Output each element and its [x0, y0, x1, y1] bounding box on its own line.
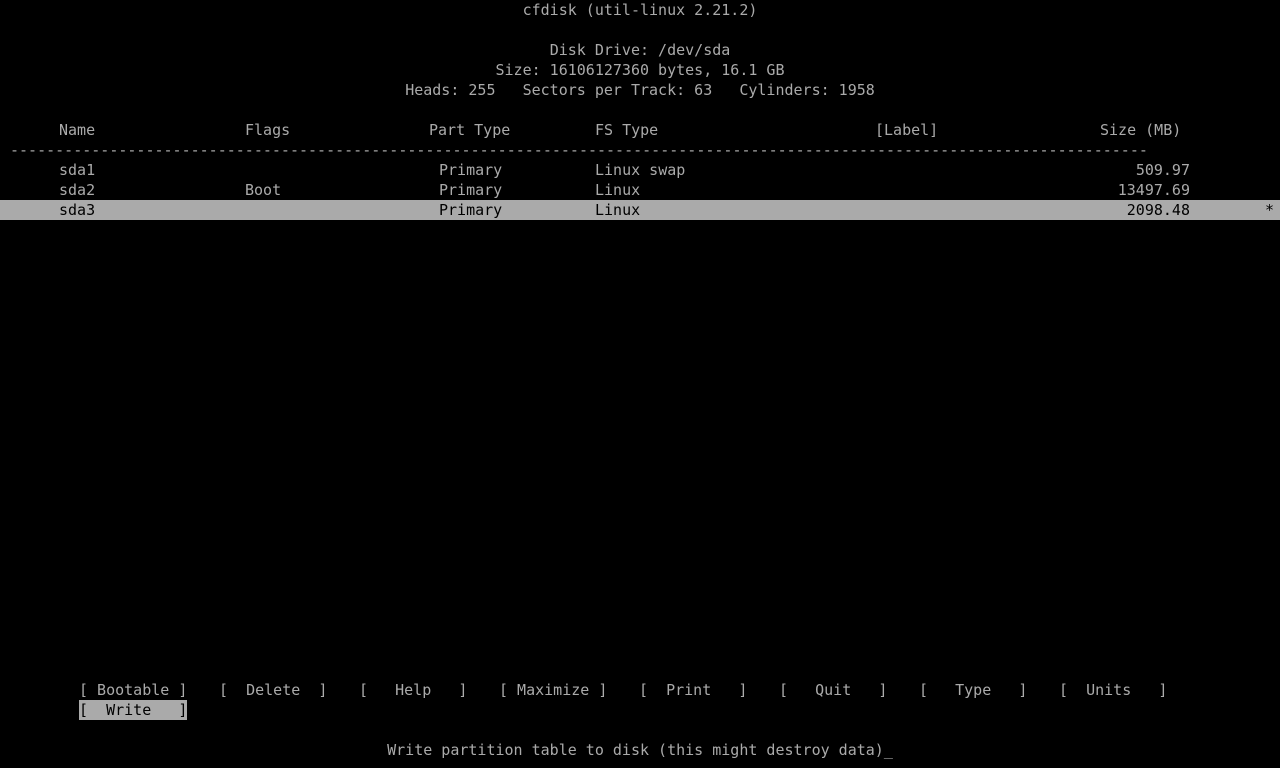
- cell-part-type: Primary: [439, 181, 503, 199]
- cell-fs-type: Linux: [595, 181, 641, 199]
- menu-button-bootable[interactable]: [ Bootable ]: [79, 680, 187, 700]
- cell-name: sda2: [59, 181, 96, 199]
- table-row[interactable]: sda2 Boot Primary Linux 13497.69: [0, 180, 1280, 200]
- table-separator: ----------------------------------------…: [10, 141, 1148, 159]
- menu-button-help[interactable]: [ Help ]: [359, 680, 467, 700]
- menu-button-maximize[interactable]: [ Maximize ]: [499, 680, 607, 700]
- status-line: Write partition table to disk (this migh…: [0, 740, 1280, 760]
- cell-marker: *: [1265, 201, 1275, 219]
- menu-bar-secondary: [ Write ]: [0, 700, 1280, 720]
- cell-part-type: Primary: [439, 161, 503, 179]
- cell-fs-type: Linux swap: [595, 161, 686, 179]
- menu-button-quit[interactable]: [ Quit ]: [779, 680, 887, 700]
- cell-fs-type: Linux: [595, 201, 641, 219]
- menu-button-type[interactable]: [ Type ]: [919, 680, 1027, 700]
- menu-button-print[interactable]: [ Print ]: [639, 680, 747, 700]
- column-header-flags: Flags: [245, 121, 291, 139]
- cell-flags: Boot: [245, 181, 282, 199]
- table-row-selected[interactable]: sda3 Primary Linux 2098.48 *: [0, 200, 1280, 220]
- column-header-label: [Label]: [875, 121, 939, 139]
- app-title: cfdisk (util-linux 2.21.2): [522, 1, 758, 19]
- cell-part-type: Primary: [439, 201, 503, 219]
- table-row[interactable]: sda1 Primary Linux swap 509.97: [0, 160, 1280, 180]
- disk-drive-line: Disk Drive: /dev/sda: [549, 41, 731, 59]
- cell-name: sda1: [59, 161, 96, 179]
- text-cursor: _: [883, 741, 893, 759]
- cfdisk-terminal-screen: cfdisk (util-linux 2.21.2) Disk Drive: /…: [0, 0, 1280, 768]
- column-header-size: Size (MB): [1100, 121, 1182, 139]
- disk-size-line: Size: 16106127360 bytes, 16.1 GB: [495, 61, 785, 79]
- cell-size: 509.97: [1135, 161, 1190, 179]
- disk-geometry-line: Heads: 255 Sectors per Track: 63 Cylinde…: [405, 81, 875, 99]
- cell-size: 13497.69: [1117, 181, 1190, 199]
- menu-button-delete[interactable]: [ Delete ]: [219, 680, 327, 700]
- menu-button-units[interactable]: [ Units ]: [1059, 680, 1167, 700]
- cell-size: 2098.48: [1126, 201, 1190, 219]
- menu-button-write[interactable]: [ Write ]: [79, 700, 188, 720]
- table-header-row: Name Flags Part Type FS Type [Label] Siz…: [0, 120, 1280, 140]
- column-header-name: Name: [59, 121, 96, 139]
- status-text: Write partition table to disk (this migh…: [387, 741, 884, 759]
- column-header-part-type: Part Type: [429, 121, 511, 139]
- column-header-fs-type: FS Type: [595, 121, 659, 139]
- cell-name: sda3: [59, 201, 96, 219]
- menu-bar-primary: [ Bootable ] [ Delete ] [ Help ] [ Maxim…: [0, 680, 1280, 700]
